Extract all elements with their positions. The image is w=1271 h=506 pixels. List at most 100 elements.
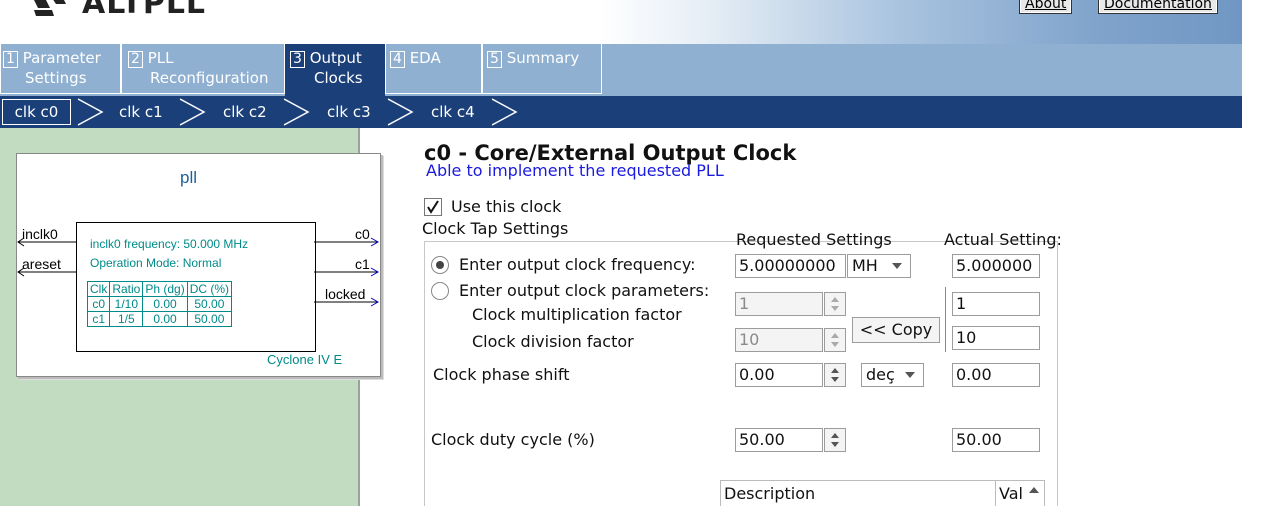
table-cell: 50.00 xyxy=(186,296,233,312)
phase-input[interactable]: 0.00 xyxy=(735,363,823,387)
tab-number: 3 xyxy=(290,51,305,68)
mult-input[interactable]: 1 xyxy=(735,292,823,316)
tab-label: Settings xyxy=(25,69,87,87)
tab-number: 2 xyxy=(128,51,143,68)
freq-unit-select[interactable]: MH xyxy=(847,254,911,278)
tab-pll-reconfiguration[interactable]: 2 PLL Reconfiguration xyxy=(121,44,285,94)
clock-tab-c2[interactable]: clk c2 xyxy=(223,96,267,128)
tab-label: Summary xyxy=(506,49,580,67)
div-input[interactable]: 10 xyxy=(735,328,823,352)
tab-eda[interactable]: 4 EDA xyxy=(385,44,482,94)
phase-spinner[interactable] xyxy=(824,363,846,387)
radio-dot-icon xyxy=(436,261,444,269)
table-cell: 1/5 xyxy=(109,311,144,327)
clock-tab-c4[interactable]: clk c4 xyxy=(431,96,475,128)
port-c1: c1 xyxy=(355,256,370,272)
duty-actual-field: 50.00 xyxy=(952,428,1040,452)
div-label: Clock division factor xyxy=(472,332,634,351)
freq-radio[interactable] xyxy=(431,256,449,274)
phase-unit-select[interactable]: deç xyxy=(861,363,924,387)
table-header-row: Clk Ratio Ph (dg) DC (%) xyxy=(86,281,233,297)
table-row: c1 1/5 0.00 50.00 xyxy=(86,311,233,327)
spinner-arrows-icon xyxy=(831,333,839,347)
tab-number: 1 xyxy=(3,51,18,68)
status-message: Able to implement the requested PLL xyxy=(426,161,724,180)
tab-number: 5 xyxy=(487,51,502,68)
documentation-button[interactable]: Documentation xyxy=(1098,0,1218,14)
requested-header: Requested Settings xyxy=(736,230,892,249)
params-radio-label: Enter output clock parameters: xyxy=(459,281,710,300)
phase-unit-value: deç xyxy=(866,365,895,384)
clock-tab-c3[interactable]: clk c3 xyxy=(327,96,371,128)
port-c0: c0 xyxy=(355,226,370,242)
phase-actual-field: 0.00 xyxy=(952,363,1040,387)
chevron-right-icon xyxy=(491,98,518,126)
about-button[interactable]: About xyxy=(1019,0,1073,14)
duty-input[interactable]: 50.00 xyxy=(735,428,823,452)
chevron-down-icon xyxy=(892,263,902,269)
table-cell: c0 xyxy=(86,296,111,312)
table-cell: 0.00 xyxy=(142,296,188,312)
chevron-right-icon xyxy=(179,98,206,126)
table-cell: c1 xyxy=(86,311,111,327)
table-header: DC (%) xyxy=(186,281,233,297)
column-divider[interactable] xyxy=(995,481,996,506)
chevron-right-icon xyxy=(387,98,414,126)
spinner-arrows-icon xyxy=(831,433,839,447)
tab-label: PLL xyxy=(147,49,174,67)
window-edge xyxy=(1242,0,1271,128)
port-locked: locked xyxy=(325,286,366,302)
table-header: Ph (dg) xyxy=(142,281,188,297)
phase-label: Clock phase shift xyxy=(433,365,570,384)
port-areset: areset xyxy=(22,256,61,272)
clock-tap-label: Clock Tap Settings xyxy=(422,219,569,238)
spinner-arrows-icon xyxy=(831,368,839,382)
params-radio[interactable] xyxy=(431,282,449,300)
chevron-down-icon xyxy=(905,372,915,378)
altera-logo-icon xyxy=(34,0,66,16)
check-icon xyxy=(427,200,439,214)
tab-output-clocks[interactable]: 3 Output Clocks xyxy=(285,44,385,96)
tab-label: Parameter xyxy=(22,49,101,67)
table-cell: 1/10 xyxy=(109,296,144,312)
mult-actual-field: 1 xyxy=(952,292,1040,316)
pll-title: pll xyxy=(180,168,198,187)
tab-summary[interactable]: 5 Summary xyxy=(482,44,602,94)
duty-label: Clock duty cycle (%) xyxy=(431,430,595,449)
pll-clock-table: Clk Ratio Ph (dg) DC (%) c0 1/10 0.00 50… xyxy=(86,281,233,327)
freq-actual-field: 5.000000 xyxy=(952,254,1040,278)
scroll-up-icon[interactable] xyxy=(1027,485,1041,495)
actual-header: Actual Setting: xyxy=(944,230,1062,249)
mult-label: Clock multiplication factor xyxy=(472,305,682,324)
copy-button[interactable]: << Copy xyxy=(852,317,940,343)
table-cell: 0.00 xyxy=(142,311,188,327)
duty-spinner[interactable] xyxy=(824,428,846,452)
use-clock-checkbox[interactable] xyxy=(424,198,442,216)
table-header: Ratio xyxy=(109,281,144,297)
app-title: ALTPLL xyxy=(82,0,207,21)
div-spinner[interactable] xyxy=(824,328,846,352)
chevron-right-icon xyxy=(77,98,104,126)
tab-number: 4 xyxy=(390,51,405,68)
clock-tab-c1[interactable]: clk c1 xyxy=(119,96,163,128)
tab-label: Reconfiguration xyxy=(150,69,269,87)
pll-info-mode: Operation Mode: Normal xyxy=(90,256,222,270)
table-cell: 50.00 xyxy=(186,311,233,327)
freq-input[interactable]: 5.00000000 xyxy=(735,254,846,278)
port-inclk0: inclk0 xyxy=(22,226,58,242)
freq-radio-label: Enter output clock frequency: xyxy=(459,255,696,274)
pll-info-frequency: inclk0 frequency: 50.000 MHz xyxy=(90,237,249,251)
freq-unit-value: MH xyxy=(852,256,878,275)
table-header: Clk xyxy=(86,281,111,297)
tab-label: Output xyxy=(309,49,362,67)
table-header-description[interactable]: Description xyxy=(724,484,815,503)
table-row: c0 1/10 0.00 50.00 xyxy=(86,296,233,312)
copy-bracket xyxy=(945,287,946,352)
use-clock-label: Use this clock xyxy=(451,197,562,216)
chevron-right-icon xyxy=(283,98,310,126)
spinner-arrows-icon xyxy=(831,297,839,311)
clock-tab-c0[interactable]: clk c0 xyxy=(2,99,71,125)
tab-parameter-settings[interactable]: 1 Parameter Settings xyxy=(0,44,121,94)
table-header-value[interactable]: Val xyxy=(999,484,1023,503)
mult-spinner[interactable] xyxy=(824,292,846,316)
